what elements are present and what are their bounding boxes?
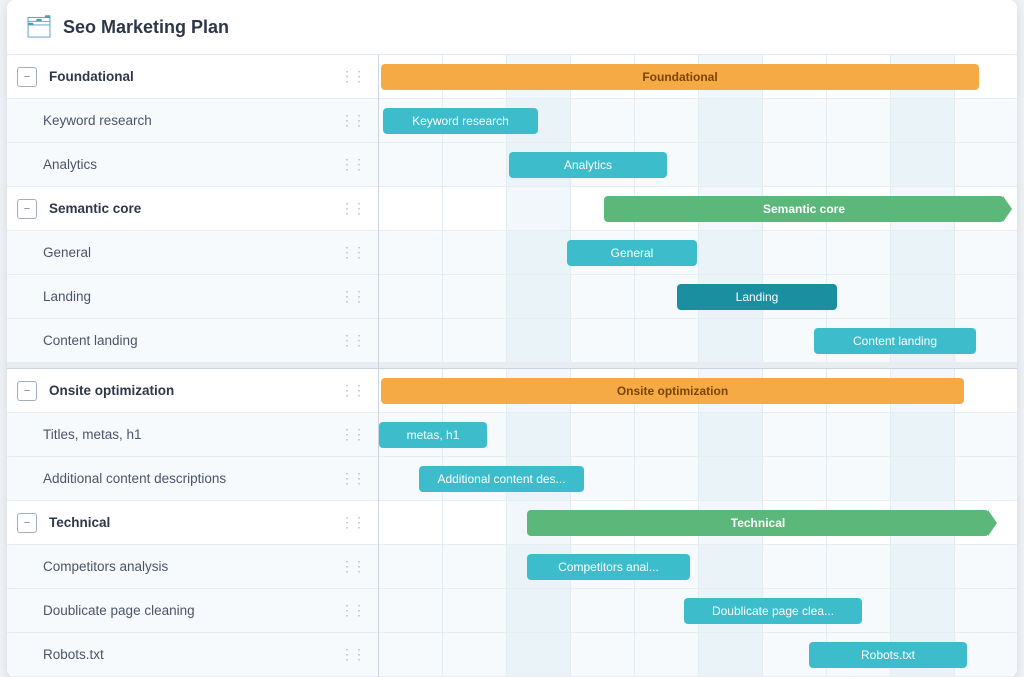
drag-foundational[interactable]: ⋮⋮: [334, 68, 370, 85]
drag-onsite[interactable]: ⋮⋮: [334, 382, 370, 399]
row-robots-txt: Robots.txt ⋮⋮: [7, 633, 378, 677]
left-panel: − Foundational ⋮⋮ Keyword research ⋮⋮ An…: [7, 55, 379, 677]
row-keyword-research: Keyword research ⋮⋮: [7, 99, 378, 143]
gantt-row-technical: Technical: [379, 501, 1017, 545]
label-doublicate-page: Doublicate page cleaning: [7, 603, 334, 618]
app-title: Seo Marketing Plan: [63, 17, 229, 38]
gantt-row-analytics: Analytics: [379, 143, 1017, 187]
label-landing: Landing: [7, 289, 334, 304]
collapse-technical[interactable]: −: [17, 513, 37, 533]
right-panel: Foundational Keyword research: [379, 55, 1017, 677]
gantt-row-robots-txt: Robots.txt: [379, 633, 1017, 677]
bar-titles-metas[interactable]: metas, h1: [379, 422, 487, 448]
bar-additional-content[interactable]: Additional content des...: [419, 466, 584, 492]
drag-competitors-analysis[interactable]: ⋮⋮: [334, 558, 370, 575]
label-competitors-analysis: Competitors analysis: [7, 559, 334, 574]
row-landing: Landing ⋮⋮: [7, 275, 378, 319]
label-robots-txt: Robots.txt: [7, 647, 334, 662]
bar-onsite-optimization[interactable]: Onsite optimization: [381, 378, 964, 404]
label-content-landing: Content landing: [7, 333, 334, 348]
drag-analytics[interactable]: ⋮⋮: [334, 156, 370, 173]
gantt-row-landing: Landing: [379, 275, 1017, 319]
gantt-inner: Foundational Keyword research: [379, 55, 1017, 677]
app-icon: 🗂: [25, 14, 53, 40]
label-keyword-research: Keyword research: [7, 113, 334, 128]
drag-additional-content[interactable]: ⋮⋮: [334, 470, 370, 487]
gantt-row-keyword-research: Keyword research: [379, 99, 1017, 143]
label-semantic-core: Semantic core: [37, 201, 334, 216]
collapse-foundational[interactable]: −: [17, 67, 37, 87]
row-technical: − Technical ⋮⋮: [7, 501, 378, 545]
bar-technical[interactable]: Technical: [527, 510, 989, 536]
bar-robots-txt[interactable]: Robots.txt: [809, 642, 967, 668]
drag-robots-txt[interactable]: ⋮⋮: [334, 646, 370, 663]
gantt-row-semantic-core: Semantic core: [379, 187, 1017, 231]
gantt-row-titles-metas: metas, h1: [379, 413, 1017, 457]
label-general: General: [7, 245, 334, 260]
label-onsite-optimization: Onsite optimization: [37, 383, 334, 398]
drag-doublicate-page[interactable]: ⋮⋮: [334, 602, 370, 619]
row-onsite-optimization: − Onsite optimization ⋮⋮: [7, 369, 378, 413]
bar-doublicate-page[interactable]: Doublicate page clea...: [684, 598, 862, 624]
row-semantic-core: − Semantic core ⋮⋮: [7, 187, 378, 231]
drag-keyword-research[interactable]: ⋮⋮: [334, 112, 370, 129]
row-general: General ⋮⋮: [7, 231, 378, 275]
bar-foundational[interactable]: Foundational: [381, 64, 979, 90]
bar-general[interactable]: General: [567, 240, 697, 266]
bar-keyword-research[interactable]: Keyword research: [383, 108, 538, 134]
gantt-wrapper: − Foundational ⋮⋮ Keyword research ⋮⋮ An…: [7, 55, 1017, 677]
collapse-onsite[interactable]: −: [17, 381, 37, 401]
gantt-row-general: General: [379, 231, 1017, 275]
label-additional-content: Additional content descriptions: [7, 471, 334, 486]
drag-titles-metas[interactable]: ⋮⋮: [334, 426, 370, 443]
gantt-row-foundational: Foundational: [379, 55, 1017, 99]
row-foundational: − Foundational ⋮⋮: [7, 55, 378, 99]
collapse-semantic-core[interactable]: −: [17, 199, 37, 219]
drag-technical[interactable]: ⋮⋮: [334, 514, 370, 531]
gantt-row-additional-content: Additional content des...: [379, 457, 1017, 501]
row-competitors-analysis: Competitors analysis ⋮⋮: [7, 545, 378, 589]
bar-semantic-core[interactable]: Semantic core: [604, 196, 1004, 222]
row-analytics: Analytics ⋮⋮: [7, 143, 378, 187]
gantt-row-content-landing: Content landing: [379, 319, 1017, 363]
row-titles-metas: Titles, metas, h1 ⋮⋮: [7, 413, 378, 457]
label-technical: Technical: [37, 515, 334, 530]
header: 🗂 Seo Marketing Plan: [7, 0, 1017, 55]
row-doublicate-page: Doublicate page cleaning ⋮⋮: [7, 589, 378, 633]
label-foundational: Foundational: [37, 69, 334, 84]
gantt-row-onsite-optimization: Onsite optimization: [379, 369, 1017, 413]
label-analytics: Analytics: [7, 157, 334, 172]
row-content-landing: Content landing ⋮⋮: [7, 319, 378, 363]
drag-general[interactable]: ⋮⋮: [334, 244, 370, 261]
row-additional-content: Additional content descriptions ⋮⋮: [7, 457, 378, 501]
bar-competitors-analysis[interactable]: Competitors anal...: [527, 554, 690, 580]
drag-semantic-core[interactable]: ⋮⋮: [334, 200, 370, 217]
bar-content-landing[interactable]: Content landing: [814, 328, 976, 354]
app-container: 🗂 Seo Marketing Plan − Foundational ⋮⋮ K…: [7, 0, 1017, 677]
drag-landing[interactable]: ⋮⋮: [334, 288, 370, 305]
bar-landing[interactable]: Landing: [677, 284, 837, 310]
label-titles-metas: Titles, metas, h1: [7, 427, 334, 442]
gantt-row-doublicate-page: Doublicate page clea...: [379, 589, 1017, 633]
drag-content-landing[interactable]: ⋮⋮: [334, 332, 370, 349]
gantt-row-competitors-analysis: Competitors anal...: [379, 545, 1017, 589]
bar-analytics[interactable]: Analytics: [509, 152, 667, 178]
